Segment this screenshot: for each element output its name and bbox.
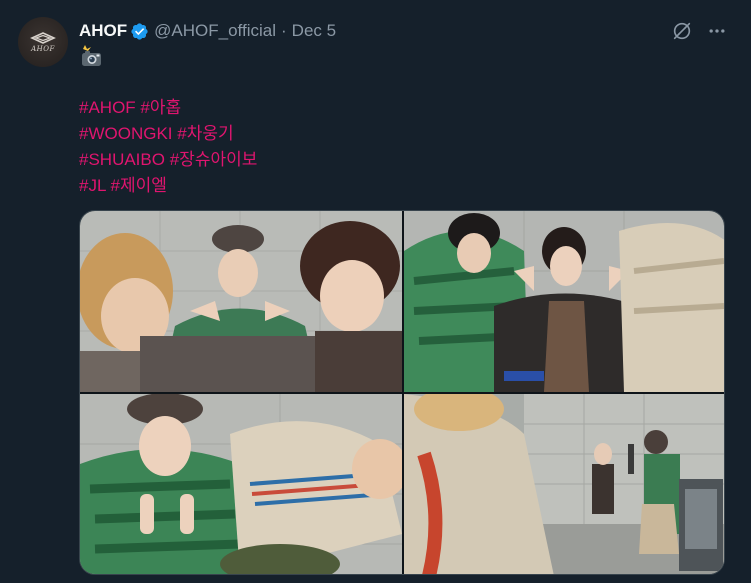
avatar-logo-text: AHOF — [31, 44, 55, 53]
tweet-text: #AHOF #아홉 #WOONGKI #차웅기 #SHUAIBO #장슈아이보 … — [79, 95, 257, 199]
tweet[interactable]: AHOF AHOF @AHOF_official · Dec 5 #AHOF #… — [0, 0, 751, 583]
hashtag-link[interactable]: #JL — [79, 176, 106, 195]
hashtag-link[interactable]: #차웅기 — [177, 124, 233, 143]
camera-with-flash-emoji — [82, 45, 101, 66]
hashtag-line: #JL #제이엘 — [79, 173, 257, 199]
avatar[interactable]: AHOF — [18, 17, 68, 67]
hashtag-link[interactable]: #AHOF — [79, 98, 136, 117]
hashtag-link[interactable]: #아홉 — [140, 98, 181, 117]
hashtag-line: #AHOF #아홉 — [79, 95, 257, 121]
hashtag-link[interactable]: #WOONGKI — [79, 124, 173, 143]
author-name[interactable]: AHOF — [79, 21, 127, 41]
photo-4[interactable] — [404, 394, 724, 574]
hashtag-line: #SHUAIBO #장슈아이보 — [79, 147, 257, 173]
tweet-actions — [671, 20, 727, 42]
tweet-date[interactable]: Dec 5 — [292, 21, 336, 41]
photo-2[interactable] — [404, 211, 724, 392]
more-icon[interactable] — [707, 21, 727, 41]
separator-dot: · — [281, 21, 287, 40]
tweet-header: AHOF @AHOF_official · Dec 5 — [79, 20, 336, 42]
verified-badge-icon[interactable] — [130, 22, 149, 41]
hashtag-link[interactable]: #제이엘 — [111, 176, 167, 195]
grok-icon[interactable] — [671, 20, 693, 42]
hashtag-link[interactable]: #SHUAIBO — [79, 150, 165, 169]
hashtag-line: #WOONGKI #차웅기 — [79, 121, 257, 147]
author-handle[interactable]: @AHOF_official — [154, 21, 276, 41]
ahof-logo-icon — [30, 31, 56, 44]
media-grid — [79, 210, 725, 575]
photo-3[interactable] — [80, 394, 402, 574]
hashtag-link[interactable]: #장슈아이보 — [170, 150, 258, 169]
photo-1[interactable] — [80, 211, 402, 392]
